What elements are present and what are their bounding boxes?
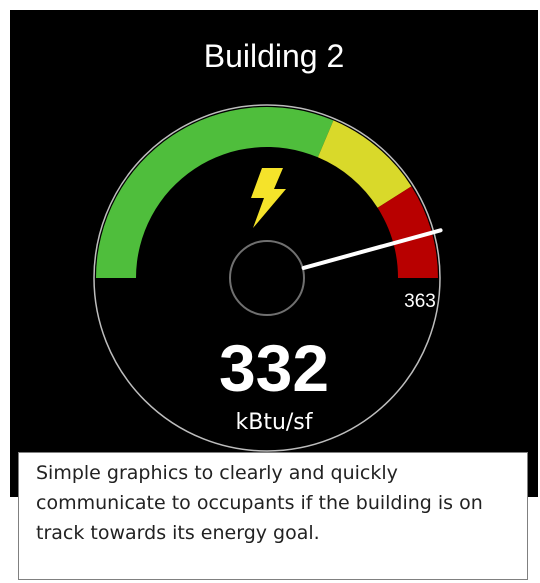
canvas: Building 2 363 332 kBtu/sf Simple graphi… — [0, 0, 540, 583]
caption-box: Simple graphics to clearly and quickly c… — [18, 452, 528, 580]
gauge-panel: Building 2 363 332 kBtu/sf — [10, 10, 538, 497]
lightning-bolt-icon — [251, 168, 286, 228]
caption-text: Simple graphics to clearly and quickly c… — [36, 462, 483, 544]
energy-unit: kBtu/sf — [235, 410, 313, 435]
gauge-max-label: 363 — [404, 291, 436, 312]
gauge-hub — [229, 240, 305, 316]
energy-value: 332 — [218, 331, 330, 405]
gauge-segment-good — [96, 107, 334, 278]
